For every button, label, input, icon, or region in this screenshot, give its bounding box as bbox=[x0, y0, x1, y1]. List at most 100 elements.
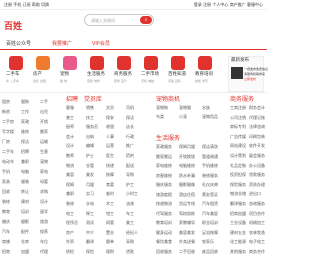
job-link-3-3[interactable]: 行政 bbox=[126, 134, 134, 139]
job-link-4-2[interactable]: 运营 bbox=[106, 144, 114, 148]
job-link-3-2[interactable]: 人事 bbox=[106, 134, 114, 139]
left-link-14-2[interactable]: 车位 bbox=[40, 240, 48, 244]
life-link-10-0[interactable]: 教育培训 bbox=[156, 221, 172, 225]
biz-link-1-0[interactable]: 公司注销 bbox=[230, 115, 246, 120]
left-link-15-2[interactable]: 代理 bbox=[40, 250, 48, 254]
top-link-left-2[interactable]: 订阅 bbox=[23, 2, 32, 7]
left-link-1-1[interactable]: 工作 bbox=[21, 110, 29, 114]
life-link-10-1[interactable]: 家教辅导 bbox=[179, 221, 195, 225]
job-link-0-0[interactable]: 客服 bbox=[66, 106, 74, 110]
life-link-0-2[interactable]: 水族 bbox=[202, 106, 210, 110]
job-link-6-2[interactable]: 快递 bbox=[106, 163, 114, 168]
life-link-3-2[interactable]: 管道疏通 bbox=[202, 154, 218, 159]
top-link-right-0[interactable]: 登录 bbox=[194, 2, 203, 7]
biz-link-7-1[interactable]: 贷款服务 bbox=[249, 173, 265, 177]
left-link-6-1[interactable]: 兼职 bbox=[21, 160, 29, 164]
job-link-0-1[interactable]: 销售 bbox=[86, 106, 94, 110]
left-link-5-1[interactable]: 招聘 bbox=[21, 150, 29, 154]
left-link-12-2[interactable]: 旅游 bbox=[40, 220, 48, 224]
job-link-0-2[interactable]: 文员 bbox=[106, 106, 114, 110]
job-link-7-2[interactable]: 按摩 bbox=[106, 173, 114, 177]
biz-link-10-0[interactable]: 翻译服务 bbox=[230, 202, 246, 206]
life-link-7-2[interactable]: 票务签证 bbox=[202, 192, 218, 197]
job-link-8-0[interactable]: 保姆 bbox=[66, 182, 74, 187]
biz-link-5-0[interactable]: 设计策划 bbox=[230, 154, 246, 158]
category-icon-0[interactable] bbox=[9, 56, 23, 70]
biz-link-7-0[interactable]: 投资担保 bbox=[230, 173, 246, 177]
category-icon-3[interactable] bbox=[90, 56, 104, 70]
life-link-4-2[interactable]: 手机维修 bbox=[202, 164, 218, 168]
left-link-5-0[interactable]: 二手车 bbox=[2, 150, 14, 154]
left-link-6-0[interactable]: 电动车 bbox=[2, 160, 14, 164]
job-link-5-1[interactable]: 护士 bbox=[86, 154, 94, 158]
job-link-15-1[interactable]: 保险 bbox=[86, 250, 94, 254]
life-link-7-0[interactable]: 旅游度假 bbox=[156, 192, 172, 197]
site-logo[interactable]: 百姓 bbox=[4, 19, 22, 32]
biz-link-3-0[interactable]: 广告传媒 bbox=[230, 134, 246, 139]
biz-link-9-1[interactable]: 进出口 bbox=[249, 192, 261, 196]
left-link-2-1[interactable]: 家政 bbox=[21, 120, 29, 124]
life-link-5-0[interactable]: 房屋维修 bbox=[156, 173, 172, 178]
top-link-right-4[interactable]: 客服中心 bbox=[247, 2, 263, 7]
biz-link-10-1[interactable]: 咨询服务 bbox=[249, 202, 265, 206]
job-link-8-1[interactable]: 月嫂 bbox=[86, 182, 94, 187]
biz-link-13-0[interactable]: 建材五金 bbox=[230, 230, 246, 235]
life-link-2-1[interactable]: 保姆月嫂 bbox=[179, 145, 195, 149]
job-link-9-0[interactable]: 兼职 bbox=[66, 192, 74, 196]
left-link-4-0[interactable]: 厂房 bbox=[2, 140, 10, 144]
job-link-7-0[interactable]: 美容 bbox=[66, 173, 74, 177]
left-link-4-2[interactable]: 运输 bbox=[40, 140, 48, 144]
job-link-10-3[interactable]: 油漆 bbox=[126, 202, 134, 206]
life-link-4-1[interactable]: 电脑维修 bbox=[179, 164, 195, 168]
job-link-4-0[interactable]: 设计 bbox=[66, 144, 74, 148]
job-link-10-1[interactable]: 水电 bbox=[86, 202, 94, 206]
biz-link-6-1[interactable]: 办公设备 bbox=[249, 163, 265, 168]
left-link-13-2[interactable]: 保养 bbox=[40, 230, 48, 234]
job-link-5-0[interactable]: 教师 bbox=[66, 154, 74, 158]
category-icon-5[interactable] bbox=[144, 56, 158, 70]
life-link-8-0[interactable]: 快递物流 bbox=[156, 202, 172, 206]
left-link-12-0[interactable]: 婚庆 bbox=[2, 220, 10, 224]
biz-link-14-0[interactable]: 化工能源 bbox=[230, 240, 246, 244]
biz-link-12-0[interactable]: 工业设备 bbox=[230, 221, 246, 225]
life-link-12-1[interactable]: 外卖送餐 bbox=[179, 240, 195, 244]
left-link-4-1[interactable]: 保洁 bbox=[21, 140, 29, 144]
job-link-11-2[interactable]: 钳工 bbox=[106, 211, 114, 216]
left-link-9-1[interactable]: 转让 bbox=[21, 190, 29, 194]
job-link-2-1[interactable]: 服务员 bbox=[86, 125, 98, 129]
biz-link-8-0[interactable]: 保险服务 bbox=[230, 182, 246, 187]
job-link-1-0[interactable]: 普工 bbox=[66, 115, 74, 120]
biz-link-1-1[interactable]: 代理记账 bbox=[249, 115, 265, 120]
life-link-12-2[interactable]: 农家乐 bbox=[202, 240, 214, 244]
life-link-9-2[interactable]: 汽车美容 bbox=[202, 211, 218, 216]
biz-link-15-0[interactable]: 其他服务 bbox=[230, 250, 246, 254]
left-link-0-2[interactable]: 二手 bbox=[40, 100, 48, 104]
category-label-1[interactable]: 房产 bbox=[33, 72, 42, 78]
left-link-11-2[interactable]: 留学 bbox=[40, 210, 48, 214]
job-link-11-0[interactable]: 电工 bbox=[66, 211, 74, 216]
left-link-15-1[interactable]: 加盟 bbox=[21, 250, 29, 254]
left-link-3-2[interactable]: 搬家 bbox=[40, 130, 48, 134]
category-label-5[interactable]: 二手市场 bbox=[141, 72, 159, 78]
job-link-2-0[interactable]: 厨师 bbox=[66, 125, 74, 129]
left-link-12-1[interactable]: 摄影 bbox=[21, 220, 29, 224]
left-link-6-2[interactable]: 宠物 bbox=[40, 160, 48, 164]
life-link-4-0[interactable]: 家电维修 bbox=[156, 164, 172, 168]
life-link-7-1[interactable]: 酒店住宿 bbox=[179, 192, 195, 197]
left-link-8-0[interactable]: 家具 bbox=[2, 180, 10, 184]
category-icon-1[interactable] bbox=[36, 56, 50, 70]
biz-link-15-1[interactable]: 商务合作 bbox=[249, 250, 265, 254]
job-link-2-3[interactable]: 店长 bbox=[126, 125, 134, 129]
category-label-2[interactable]: 宠物 bbox=[60, 72, 69, 78]
job-link-7-3[interactable]: 导购 bbox=[126, 173, 134, 177]
job-link-14-1[interactable]: 翻译 bbox=[86, 240, 94, 244]
biz-link-11-0[interactable]: 招商加盟 bbox=[230, 211, 246, 216]
biz-link-0-1[interactable]: 财务会计 bbox=[249, 106, 265, 110]
left-link-1-2[interactable]: 出兑 bbox=[40, 110, 48, 114]
job-link-15-2[interactable]: 理财 bbox=[106, 250, 114, 254]
category-label-4[interactable]: 商务服务 bbox=[114, 72, 132, 78]
left-link-14-0[interactable]: 商铺 bbox=[2, 240, 10, 244]
life-link-0-1[interactable]: 宠物猫 bbox=[179, 106, 191, 110]
category-icon-6[interactable] bbox=[171, 56, 185, 70]
life-title[interactable]: 宠物商机 bbox=[156, 97, 180, 103]
